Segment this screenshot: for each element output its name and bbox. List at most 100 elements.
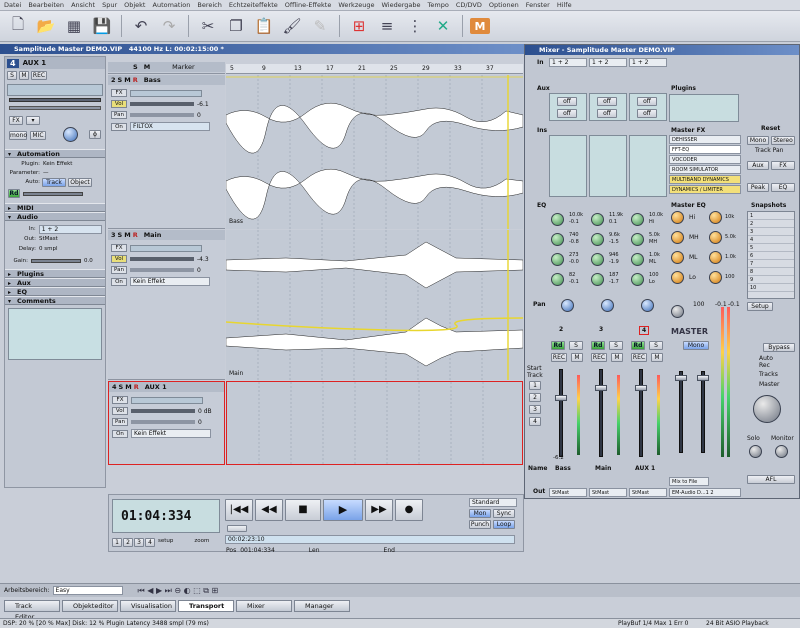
channel-eq-knob[interactable]	[551, 253, 564, 266]
track-plugin-select[interactable]: FILTOX	[130, 122, 210, 131]
start-track-button[interactable]: 3	[529, 405, 541, 414]
brush-icon[interactable]: 🖌	[280, 14, 304, 38]
reset-peak-button[interactable]: Peak	[747, 183, 769, 192]
channel-fader-cap[interactable]	[595, 385, 607, 391]
reset-eq-button[interactable]: EQ	[771, 183, 795, 192]
menu-item[interactable]: Tempo	[428, 1, 449, 9]
track-name[interactable]: Bass	[144, 76, 161, 84]
undo-icon[interactable]: ↶	[129, 14, 153, 38]
start-track-button[interactable]: 2	[529, 393, 541, 402]
channel-aux-off-button[interactable]: off	[637, 97, 657, 106]
record-button[interactable]: ●	[395, 499, 423, 521]
channel-name[interactable]: Bass	[555, 465, 571, 472]
snapshot-slot[interactable]: 2	[748, 220, 794, 228]
audio-section-header[interactable]: Audio	[5, 212, 105, 222]
bottom-tab[interactable]: Transport	[178, 600, 234, 612]
track-solo-button[interactable]: S	[118, 231, 123, 239]
menu-item[interactable]: Optionen	[489, 1, 519, 9]
menu-item[interactable]: Werkzeuge	[338, 1, 374, 9]
save-icon[interactable]: 💾	[90, 14, 114, 38]
inspector-rec-button[interactable]: REC	[31, 71, 47, 80]
channel-read-button[interactable]: Rd	[551, 341, 565, 350]
track-pan-slider[interactable]	[131, 420, 195, 424]
track-pan-label[interactable]: Pan	[111, 266, 127, 274]
inspector-fx-button[interactable]: FX	[9, 116, 23, 125]
master-fx-slot[interactable]: DEHISSER	[669, 135, 741, 144]
bypass-button[interactable]: Bypass	[763, 343, 795, 352]
automation-slider[interactable]	[23, 191, 83, 196]
lane-main[interactable]: Main	[226, 230, 523, 380]
channel-solo-button[interactable]: S	[609, 341, 623, 350]
snapshot-slot[interactable]: 8	[748, 268, 794, 276]
channel-read-button[interactable]: Rd	[631, 341, 645, 350]
channel-eq-knob[interactable]	[551, 273, 564, 286]
channel-rec-button[interactable]: REC	[551, 353, 567, 362]
channel-rec-button[interactable]: REC	[631, 353, 647, 362]
stop-button[interactable]: ■	[285, 499, 321, 521]
channel-eq-knob[interactable]	[631, 273, 644, 286]
master-fader-cap[interactable]	[675, 375, 687, 381]
grid-icon[interactable]: ≡	[375, 14, 399, 38]
channel-eq-knob[interactable]	[551, 213, 564, 226]
open-folder-icon[interactable]: 📂	[34, 14, 58, 38]
bottom-tab[interactable]: Objekteditor	[62, 600, 118, 612]
afl-button[interactable]: AFL	[747, 475, 795, 484]
track-vol-label[interactable]: Vol	[112, 407, 128, 415]
split-icon[interactable]: ⊞	[347, 14, 371, 38]
master-eq-freq-knob[interactable]	[709, 231, 722, 244]
track-vol-slider[interactable]	[131, 409, 195, 413]
channel-solo-button[interactable]: S	[649, 341, 663, 350]
inspector-solo-button[interactable]: S	[7, 71, 17, 80]
automation-read-button[interactable]: Rd	[8, 189, 20, 198]
channel-eq-knob[interactable]	[631, 213, 644, 226]
snapshot-slot[interactable]: 7	[748, 260, 794, 268]
channel-fader-track[interactable]	[599, 369, 603, 457]
channel-aux-off-button[interactable]: off	[557, 97, 577, 106]
rewind-start-button[interactable]: |◀◀	[225, 499, 253, 521]
track-header-main[interactable]: 3 S M R Main FX Vol -4.3 Pan 0 On Kein Effe…	[108, 230, 225, 380]
redo-icon[interactable]: ↷	[157, 14, 181, 38]
channel-pan-knob[interactable]	[641, 299, 654, 312]
track-on-button[interactable]: On	[112, 429, 128, 438]
comments-section-header[interactable]: Comments	[5, 296, 105, 306]
inspector-fader-track[interactable]	[9, 98, 101, 102]
inspector-mute-button[interactable]: M	[19, 71, 29, 80]
paste-icon[interactable]: 📋	[252, 14, 276, 38]
track-plugin-select[interactable]: Kein Effekt	[131, 429, 211, 438]
menu-item[interactable]: Bereich	[197, 1, 222, 9]
aux-section-header[interactable]: Aux	[5, 278, 105, 288]
channel-aux-off-button[interactable]: off	[557, 109, 577, 118]
start-track-button[interactable]: 1	[529, 381, 541, 390]
track-vol-slider[interactable]	[130, 102, 194, 106]
page-1-button[interactable]: 1	[112, 538, 122, 547]
channel-mute-button[interactable]: M	[611, 353, 623, 362]
track-pan-label[interactable]: Pan	[112, 418, 128, 426]
reset-fx-button[interactable]: FX	[771, 161, 795, 170]
channel-name[interactable]: AUX 1	[635, 465, 655, 472]
marker-solo[interactable]: S	[133, 63, 138, 71]
master-eq-gain-knob[interactable]	[671, 271, 684, 284]
channel-eq-knob[interactable]	[631, 233, 644, 246]
marker-mute[interactable]: M	[144, 63, 150, 71]
page-2-button[interactable]: 2	[123, 538, 133, 547]
track-pan-slider[interactable]	[130, 113, 194, 117]
snapshot-slot[interactable]: 5	[748, 244, 794, 252]
bottom-tab[interactable]: Visualisation	[120, 600, 176, 612]
channel-read-button[interactable]: Rd	[591, 341, 605, 350]
track-fx-label[interactable]: FX	[112, 396, 128, 404]
menu-item[interactable]: Bearbeiten	[28, 1, 64, 9]
snapshot-slot[interactable]: 10	[748, 284, 794, 292]
master-fx-slot[interactable]: VOCODER	[669, 155, 741, 164]
channel-insert-slot[interactable]	[549, 135, 587, 197]
punch-button[interactable]: Punch	[469, 520, 491, 529]
track-record-button[interactable]: R	[133, 76, 138, 84]
comments-textarea[interactable]	[8, 308, 102, 360]
channel-eq-knob[interactable]	[551, 233, 564, 246]
track-fx-label[interactable]: FX	[111, 89, 127, 97]
cut-icon[interactable]: ✂	[196, 14, 220, 38]
automation-parameter-value[interactable]: —	[43, 169, 49, 178]
copy-icon[interactable]: ❐	[224, 14, 248, 38]
channel-mute-button[interactable]: M	[571, 353, 583, 362]
channel-eq-knob[interactable]	[591, 273, 604, 286]
lane-bass[interactable]: Bass	[226, 75, 523, 229]
